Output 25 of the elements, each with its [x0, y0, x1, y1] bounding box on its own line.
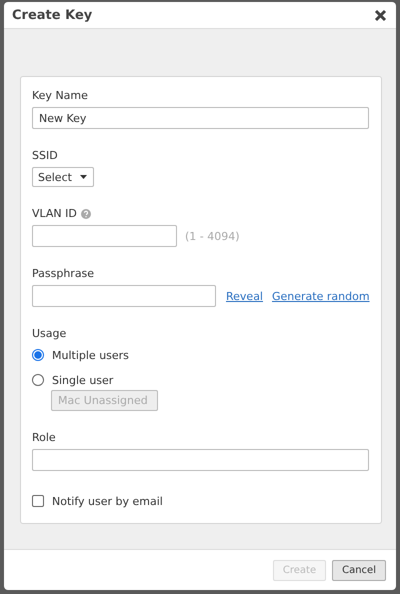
dialog-title: Create Key: [12, 8, 92, 22]
field-label: Usage: [32, 327, 66, 340]
input-field[interactable]: [32, 285, 216, 307]
field-label: VLAN ID: [32, 207, 77, 220]
input-field[interactable]: [32, 225, 177, 247]
radio-label: Multiple users: [52, 348, 129, 362]
input-field[interactable]: New Key: [32, 107, 369, 129]
range-hint: (1 - 4094): [185, 230, 240, 242]
checkbox-label: Notify user by email: [52, 494, 163, 508]
input-field[interactable]: [32, 449, 369, 471]
field-label: Role: [32, 431, 56, 444]
caret-icon: [80, 175, 87, 179]
radio-button[interactable]: [32, 349, 44, 361]
radio-label: Single user: [52, 374, 114, 386]
radio-button[interactable]: [32, 374, 44, 386]
field-label: SSID: [32, 149, 58, 162]
dialog-button[interactable]: Cancel: [332, 560, 386, 580]
text-link[interactable]: Reveal: [226, 290, 263, 302]
text-link[interactable]: Generate random: [272, 290, 370, 302]
checkbox[interactable]: [32, 495, 44, 507]
close-icon[interactable]: [374, 8, 387, 22]
field-label: Key Name: [32, 89, 88, 102]
dropdown[interactable]: Select: [32, 167, 94, 187]
help-icon[interactable]: [80, 208, 91, 218]
field-label: Passphrase: [32, 267, 94, 280]
